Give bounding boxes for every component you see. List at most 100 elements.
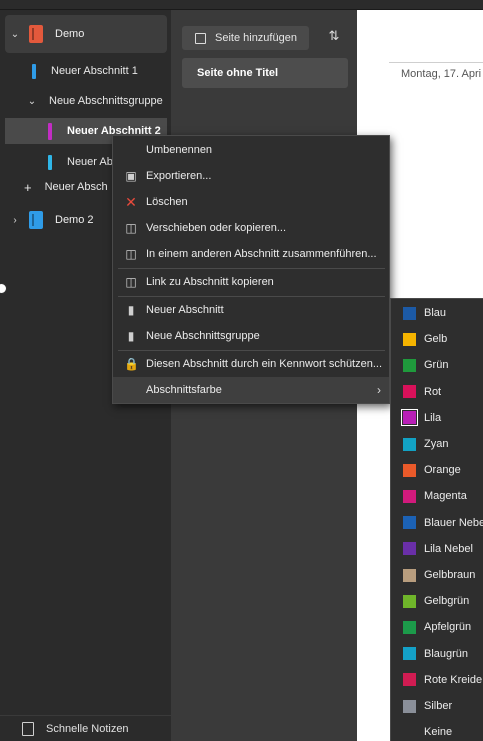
color-option-label: Lila [424, 411, 442, 424]
color-swatch-icon [403, 358, 416, 372]
color-option-label: Gelbbraun [424, 569, 476, 581]
chevron-right-icon[interactable]: › [9, 215, 21, 226]
title-bar [0, 0, 483, 10]
menu-item-label: Umbenennen [146, 144, 213, 156]
color-option-label: Grün [424, 359, 449, 372]
section-label: Neuer Abschnitt 1 [51, 65, 138, 77]
plus-icon: + [24, 179, 32, 195]
color-option-keine[interactable]: Keine [391, 719, 483, 741]
quick-notes-label: Schnelle Notizen [46, 722, 129, 735]
menu-item-password[interactable]: 🔒 Diesen Abschnitt durch ein Kennwort sc… [113, 351, 389, 377]
color-option-label: Magenta [424, 490, 467, 503]
title-underline [389, 62, 483, 63]
section-context-menu: Umbenennen ▣ Exportieren... ✕ Löschen ◫ … [112, 135, 390, 404]
color-option-blau[interactable]: Blau [391, 300, 483, 326]
page-date: Montag, 17. Apri [401, 68, 482, 80]
color-option-label: Zyan [424, 438, 449, 450]
color-option-label: Apfelgrün [424, 621, 472, 634]
section-tab-icon [48, 154, 52, 170]
color-swatch-icon [403, 594, 416, 608]
section-tab-icon [48, 122, 52, 140]
menu-item-rename[interactable]: Umbenennen [113, 137, 389, 163]
color-swatch-icon [403, 437, 416, 451]
menu-item-label: Exportieren... [146, 170, 212, 182]
delete-icon: ✕ [125, 194, 137, 210]
notebook-icon [29, 25, 43, 43]
color-option-blaugrün[interactable]: Blaugrün [391, 641, 483, 667]
notebook-label: Demo 2 [55, 214, 94, 226]
section-group-item[interactable]: ⌄ Neue Abschnittsgruppe [5, 88, 167, 114]
menu-item-label: Neue Abschnittsgruppe [146, 330, 260, 342]
color-option-rot[interactable]: Rot [391, 379, 483, 405]
color-option-grün[interactable]: Grün [391, 352, 483, 378]
color-option-label: Rot [424, 385, 442, 398]
section-tab-icon [32, 63, 36, 79]
color-option-magenta[interactable]: Magenta [391, 483, 483, 509]
color-option-label: Rote Kreide [424, 673, 483, 686]
menu-item-new-section[interactable]: ▮ Neuer Abschnitt [113, 297, 389, 323]
color-swatch-icon [403, 699, 416, 713]
add-page-button[interactable]: Seite hinzufügen [182, 26, 309, 50]
color-option-apfelgrün[interactable]: Apfelgrün [391, 614, 483, 640]
quick-notes-item[interactable]: Schnelle Notizen [0, 715, 171, 741]
color-option-label: Blauer Nebel [424, 516, 483, 529]
menu-item-delete[interactable]: ✕ Löschen [113, 189, 389, 215]
color-option-label: Blau [424, 307, 447, 319]
menu-item-label: Löschen [146, 196, 188, 208]
section-label: Neuer Ab [67, 156, 113, 168]
add-section-label: Neuer Absch [44, 181, 108, 193]
chevron-down-icon[interactable]: ⌄ [9, 29, 21, 40]
color-swatch-icon [403, 568, 416, 582]
color-option-rote-kreide[interactable]: Rote Kreide [391, 667, 483, 693]
color-option-lila-nebel[interactable]: Lila Nebel [391, 536, 483, 562]
color-swatch-icon [403, 306, 416, 320]
menu-item-label: Diesen Abschnitt durch ein Kennwort schü… [146, 358, 383, 370]
menu-item-label: Neuer Abschnitt [146, 304, 224, 316]
color-option-gelbbraun[interactable]: Gelbbraun [391, 562, 483, 588]
menu-item-label: Link zu Abschnitt kopieren [146, 276, 274, 288]
section-color-submenu: Blau Gelb Grün Rot Lila Zyan Orange Magenta Blau… [390, 298, 483, 741]
menu-item-merge[interactable]: ◫ In einem anderen Abschnitt zusammenfüh… [113, 241, 389, 267]
page-item[interactable]: Seite ohne Titel [182, 58, 348, 88]
menu-item-copy-link[interactable]: ◫ Link zu Abschnitt kopieren [113, 269, 389, 295]
sort-icon[interactable]: ⇅ [325, 28, 343, 46]
export-icon: ▣ [125, 169, 137, 183]
color-swatch-icon [403, 385, 416, 399]
quick-notes-icon [22, 721, 34, 736]
color-swatch-icon [403, 489, 416, 503]
menu-item-new-group[interactable]: ▮ Neue Abschnittsgruppe [113, 323, 389, 349]
color-option-label: Orange [424, 464, 461, 477]
color-option-label: Gelbgrün [424, 595, 470, 608]
color-option-label: Silber [424, 700, 453, 712]
color-option-gelbgrün[interactable]: Gelbgrün [391, 588, 483, 614]
lock-icon: 🔒 [124, 357, 139, 371]
color-swatch-icon [403, 647, 416, 661]
color-option-zyan[interactable]: Zyan [391, 431, 483, 457]
color-option-orange[interactable]: Orange [391, 457, 483, 483]
menu-item-export[interactable]: ▣ Exportieren... [113, 163, 389, 189]
color-option-label: Lila Nebel [424, 542, 473, 555]
color-swatch-icon [401, 409, 418, 427]
color-option-lila[interactable]: Lila [391, 405, 483, 431]
link-icon: ◫ [125, 275, 137, 289]
menu-item-section-color[interactable]: Abschnittsfarbe › [113, 377, 389, 403]
notebook-demo[interactable]: ⌄ Demo [5, 15, 167, 53]
color-option-label: Blaugrün [424, 647, 469, 660]
color-option-silber[interactable]: Silber [391, 693, 483, 719]
color-swatch-icon [403, 620, 416, 634]
color-option-blauer-nebel[interactable]: Blauer Nebel [391, 510, 483, 536]
color-swatch-icon [403, 463, 416, 477]
menu-item-move-copy[interactable]: ◫ Verschieben oder kopieren... [113, 215, 389, 241]
color-swatch-icon [403, 542, 416, 556]
color-option-gelb[interactable]: Gelb [391, 326, 483, 352]
menu-item-label: Abschnittsfarbe [146, 384, 222, 396]
new-section-icon: ▮ [127, 303, 135, 317]
color-option-label: Gelb [424, 333, 448, 346]
color-swatch-icon [403, 516, 416, 530]
menu-item-label: In einem anderen Abschnitt zusammenführe… [146, 248, 377, 260]
section-item-1[interactable]: Neuer Abschnitt 1 [5, 58, 167, 84]
add-page-label: Seite hinzufügen [215, 32, 297, 44]
chevron-down-icon[interactable]: ⌄ [27, 96, 37, 107]
merge-icon: ◫ [125, 247, 137, 261]
chevron-right-icon: › [377, 383, 381, 397]
